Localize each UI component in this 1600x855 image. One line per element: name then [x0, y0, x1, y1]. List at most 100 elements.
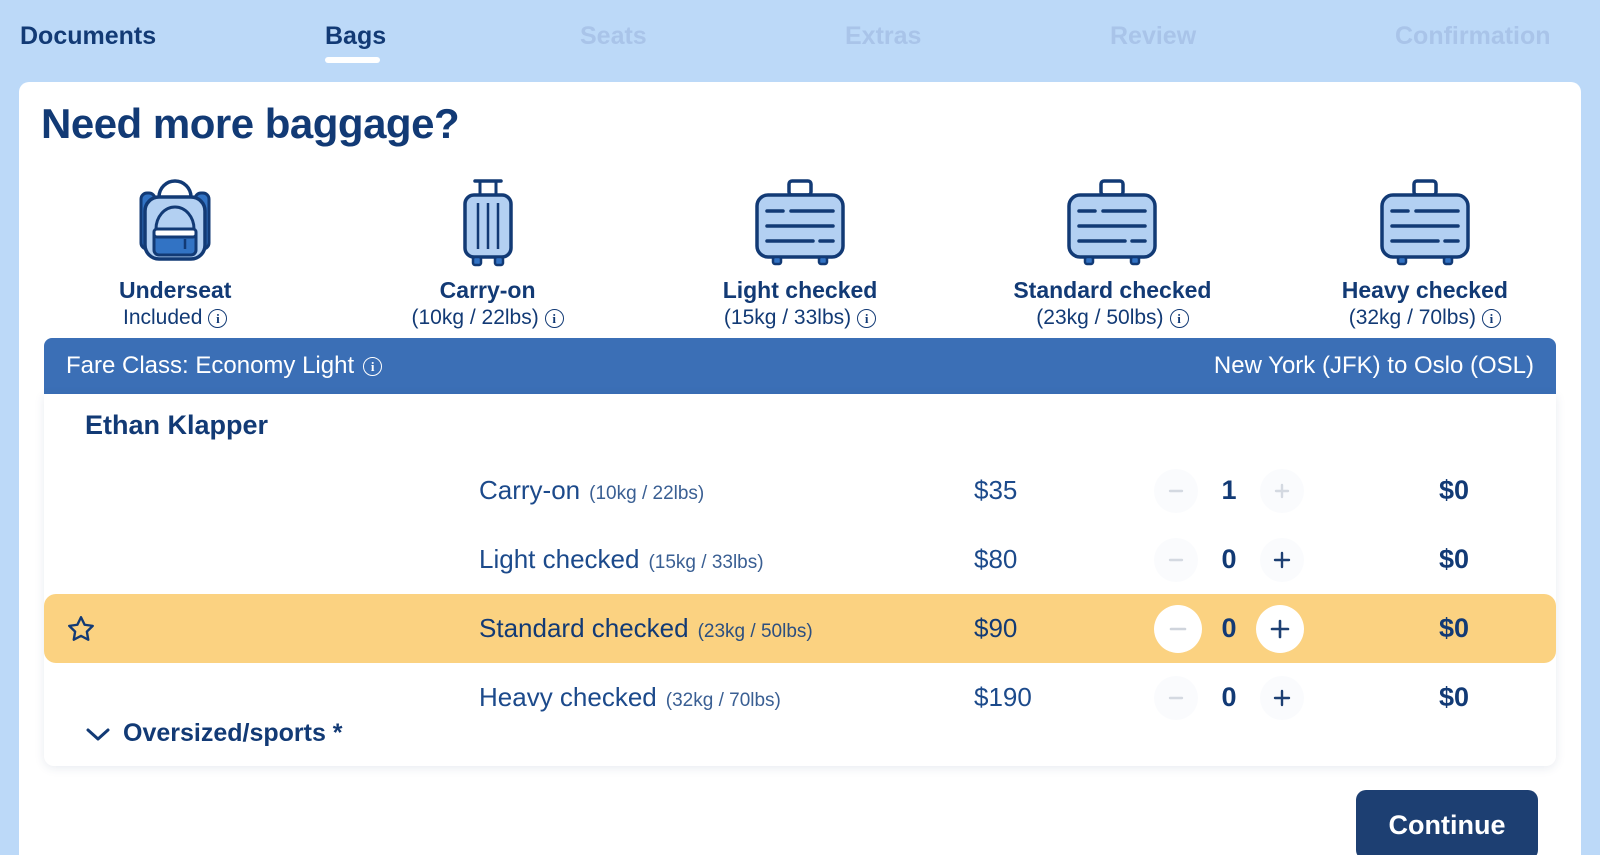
backpack-icon: [129, 170, 221, 269]
info-icon[interactable]: i: [544, 308, 564, 328]
bag-type-sub-text: (32kg / 70lbs): [1348, 306, 1476, 329]
bag-type-underseat: Underseat Included i: [19, 170, 331, 330]
route-label: New York (JFK) to Oslo (OSL): [1213, 352, 1534, 379]
bag-option-name: Carry-on: [479, 475, 581, 505]
bag-option-label: Heavy checked (32kg / 70lbs): [479, 682, 781, 713]
baggage-selection-page: Documents Bags Seats Extras Review Confi…: [0, 0, 1600, 855]
bag-option-price: $80: [974, 544, 1018, 574]
bag-option-price: $90: [974, 613, 1018, 643]
quantity-value: 0: [1221, 682, 1237, 712]
info-icon[interactable]: i: [1169, 308, 1189, 328]
bag-option-total: $0: [1439, 682, 1470, 712]
bag-type-carry-on: Carry-on (10kg / 22lbs) i: [331, 170, 643, 330]
bag-options-list: Carry-on (10kg / 22lbs) $35 1 $0 Light c…: [44, 456, 1556, 732]
bag-type-legend: Underseat Included i Carry-on (10kg / 22…: [19, 170, 1581, 330]
passenger-name: Ethan Klapper: [85, 410, 269, 440]
plus-icon: [1270, 619, 1290, 638]
table-row: Light checked (15kg / 33lbs) $80 0 $0: [44, 525, 1556, 594]
info-icon[interactable]: i: [857, 308, 877, 328]
fare-class-bar: Fare Class: Economy Light i New York (JF…: [44, 338, 1556, 394]
quantity-value: 0: [1221, 613, 1237, 643]
decrement-button[interactable]: [1154, 537, 1198, 582]
bag-type-name: Heavy checked: [1341, 277, 1508, 303]
plus-icon: [1274, 483, 1290, 498]
minus-icon: [1168, 558, 1184, 561]
bag-option-weight: (15kg / 33lbs): [648, 552, 764, 573]
bag-type-sub: Included i: [123, 306, 228, 330]
step-label: Confirmation: [1395, 22, 1551, 50]
bag-option-label: Standard checked (23kg / 50lbs): [479, 613, 813, 644]
info-icon[interactable]: i: [363, 356, 383, 376]
bag-type-sub: (10kg / 22lbs) i: [411, 306, 564, 330]
bag-selection-panel: Ethan Klapper Carry-on (10kg / 22lbs) $3…: [44, 394, 1556, 766]
bag-type-sub-text: (10kg / 22lbs): [411, 306, 539, 329]
bag-option-total: $0: [1439, 475, 1470, 505]
increment-button[interactable]: [1256, 604, 1304, 653]
step-documents[interactable]: Documents: [20, 0, 156, 51]
quantity-stepper: 0: [1154, 604, 1304, 653]
step-label: Extras: [845, 22, 922, 50]
bag-type-sub: (15kg / 33lbs) i: [723, 306, 877, 330]
oversized-sports-label: Oversized/sports *: [123, 719, 343, 747]
info-icon[interactable]: i: [208, 308, 228, 328]
quantity-stepper: 1: [1154, 468, 1304, 513]
minus-icon: [1168, 489, 1184, 492]
minus-icon: [1168, 696, 1184, 699]
checked-suitcase-icon: [741, 170, 859, 269]
table-row: Standard checked (23kg / 50lbs) $90 0 $0: [44, 594, 1556, 663]
increment-button[interactable]: [1260, 537, 1304, 582]
star-icon: [64, 614, 98, 644]
checked-suitcase-icon: [1053, 170, 1171, 269]
bag-option-total: $0: [1439, 544, 1470, 574]
bag-option-weight: (32kg / 70lbs): [665, 690, 781, 711]
quantity-value: 1: [1221, 475, 1237, 505]
quantity-value: 0: [1221, 544, 1237, 574]
step-bags[interactable]: Bags: [325, 0, 387, 63]
fare-class-label-group: Fare Class: Economy Light i: [66, 352, 383, 380]
step-review[interactable]: Review: [1110, 0, 1196, 51]
bag-type-name: Carry-on: [439, 277, 536, 303]
increment-button[interactable]: [1260, 675, 1304, 720]
bag-option-price: $35: [974, 475, 1018, 505]
bag-option-name: Light checked: [479, 544, 640, 574]
continue-button[interactable]: Continue: [1356, 790, 1538, 855]
step-seats[interactable]: Seats: [580, 0, 647, 51]
decrement-button[interactable]: [1154, 604, 1202, 653]
info-icon[interactable]: i: [1481, 308, 1501, 328]
bag-option-name: Standard checked: [479, 613, 689, 643]
bag-option-label: Carry-on (10kg / 22lbs): [479, 475, 704, 506]
increment-button[interactable]: [1260, 468, 1304, 513]
bag-option-total: $0: [1439, 613, 1470, 643]
plus-icon: [1273, 551, 1291, 568]
bag-type-sub: (32kg / 70lbs) i: [1349, 306, 1501, 330]
bag-type-sub-text: (15kg / 33lbs): [723, 306, 852, 329]
bag-option-weight: (23kg / 50lbs): [697, 621, 813, 642]
bag-type-heavy-checked: Heavy checked (32kg / 70lbs) i: [1269, 170, 1581, 330]
step-label: Bags: [325, 22, 387, 50]
bag-option-name: Heavy checked: [479, 682, 657, 712]
step-confirmation[interactable]: Confirmation: [1395, 0, 1551, 51]
fare-class-label: Fare Class: Economy Light: [66, 352, 355, 379]
bag-option-label: Light checked (15kg / 33lbs): [479, 544, 764, 575]
chevron-down-icon: [86, 728, 110, 740]
bag-type-sub-text: Included: [123, 306, 203, 329]
oversized-sports-toggle[interactable]: Oversized/sports *: [85, 719, 343, 748]
bag-option-price: $190: [974, 682, 1032, 712]
checked-suitcase-icon: [1366, 170, 1484, 269]
table-row: Carry-on (10kg / 22lbs) $35 1 $0: [44, 456, 1556, 525]
decrement-button[interactable]: [1154, 675, 1198, 720]
bag-option-weight: (10kg / 22lbs): [589, 483, 705, 504]
active-step-underline: [325, 57, 381, 63]
bag-type-name: Light checked: [722, 277, 878, 303]
bag-type-sub: (23kg / 50lbs) i: [1036, 306, 1189, 330]
quantity-stepper: 0: [1154, 537, 1304, 582]
checkout-step-nav: Documents Bags Seats Extras Review Confi…: [0, 0, 1600, 82]
baggage-card: Need more baggage? Underseat Included i …: [19, 82, 1581, 855]
decrement-button[interactable]: [1154, 468, 1198, 513]
minus-icon: [1169, 627, 1187, 630]
carryon-suitcase-icon: [442, 170, 534, 269]
bag-type-name: Standard checked: [1013, 277, 1212, 303]
page-title: Need more baggage?: [41, 100, 460, 147]
step-label: Documents: [20, 22, 157, 50]
step-extras[interactable]: Extras: [845, 0, 921, 51]
